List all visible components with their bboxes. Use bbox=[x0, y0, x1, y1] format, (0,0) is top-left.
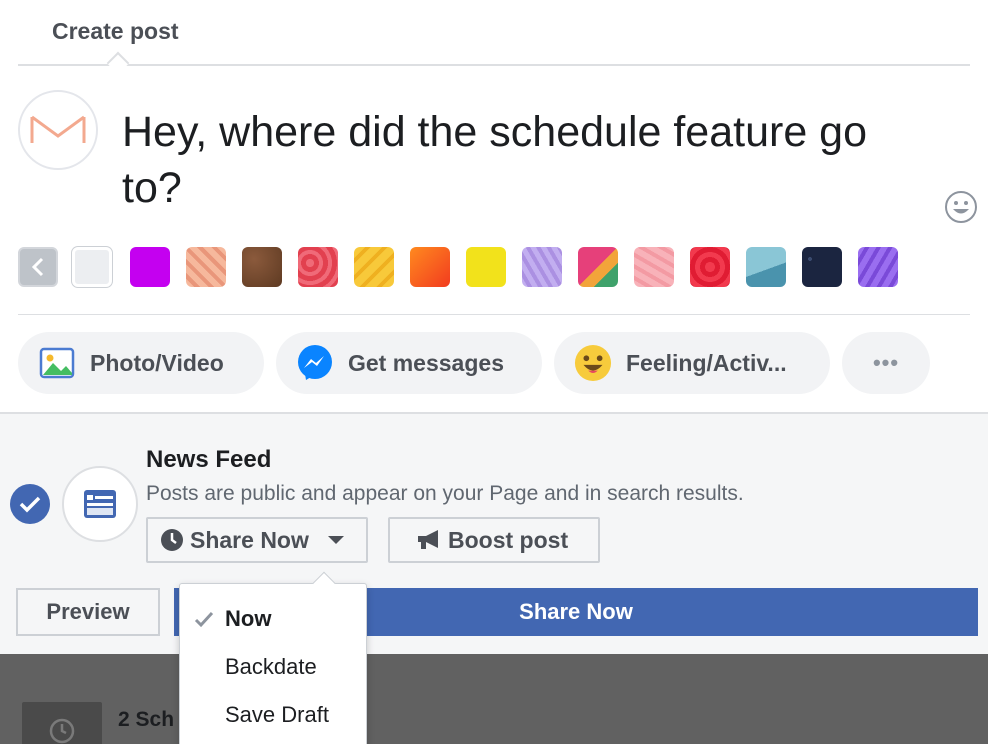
photo-video-label: Photo/Video bbox=[90, 349, 224, 376]
post-text-input[interactable]: Hey, where did the schedule feature go t… bbox=[122, 104, 882, 216]
background-swatch-pink-pattern[interactable] bbox=[634, 247, 674, 287]
checkmark-icon bbox=[19, 496, 41, 513]
actions-divider bbox=[18, 314, 970, 315]
clock-icon bbox=[161, 529, 183, 551]
scheduled-clock-icon bbox=[22, 702, 102, 744]
background-swatch-yellow[interactable] bbox=[466, 247, 506, 287]
share-timing-label: Share Now bbox=[190, 526, 309, 553]
menu-item-label: Now bbox=[225, 606, 272, 631]
chevron-left-icon[interactable] bbox=[18, 247, 58, 287]
photo-video-button[interactable]: Photo/Video bbox=[18, 332, 264, 394]
get-messages-button[interactable]: Get messages bbox=[276, 332, 542, 394]
share-timing-menu: Now Backdate Save Draft bbox=[179, 583, 367, 744]
create-post-tab[interactable]: Create post bbox=[52, 18, 179, 45]
background-swatch-purple[interactable] bbox=[130, 247, 170, 287]
feeling-emoji-icon bbox=[574, 344, 612, 382]
background-swatch-lavender[interactable] bbox=[522, 247, 562, 287]
page-avatar[interactable] bbox=[18, 90, 98, 170]
feeling-activity-button[interactable]: Feeling/Activ... bbox=[554, 332, 830, 394]
background-swatch-orange-red[interactable] bbox=[410, 247, 450, 287]
background-swatch-white[interactable] bbox=[72, 247, 112, 287]
menu-item-save-draft[interactable]: Save Draft bbox=[180, 692, 366, 738]
menu-item-now[interactable]: Now bbox=[180, 596, 366, 642]
boost-post-label: Boost post bbox=[448, 526, 569, 553]
menu-item-label: Save Draft bbox=[225, 702, 329, 727]
megaphone-icon bbox=[418, 530, 438, 549]
menu-item-label: Backdate bbox=[225, 654, 317, 679]
caret-down-icon bbox=[327, 536, 344, 544]
background-swatch-red-hearts[interactable] bbox=[690, 247, 730, 287]
get-messages-label: Get messages bbox=[348, 349, 504, 376]
menu-item-backdate[interactable]: Backdate bbox=[180, 644, 366, 690]
messenger-icon bbox=[296, 344, 334, 382]
background-swatch-teal[interactable] bbox=[746, 247, 786, 287]
photo-icon bbox=[38, 344, 76, 382]
boost-post-button[interactable]: Boost post bbox=[388, 517, 600, 563]
news-feed-description: Posts are public and appear on your Page… bbox=[146, 482, 744, 505]
background-swatch-brown[interactable] bbox=[242, 247, 282, 287]
background-swatch-red-pattern[interactable] bbox=[298, 247, 338, 287]
news-feed-checkbox[interactable] bbox=[10, 484, 50, 524]
m-logo-icon bbox=[30, 115, 86, 143]
post-composer: Create post Hey, where did the schedule … bbox=[0, 0, 988, 412]
background-swatch-pink-green[interactable] bbox=[578, 247, 618, 287]
scheduled-posts-title: 2 Sch bbox=[118, 708, 175, 731]
more-options-button[interactable]: ••• bbox=[842, 332, 930, 394]
preview-button[interactable]: Preview bbox=[16, 588, 160, 636]
feeling-activity-label: Feeling/Activ... bbox=[626, 349, 787, 376]
news-feed-title: News Feed bbox=[146, 446, 272, 473]
share-timing-dropdown[interactable]: Share Now bbox=[146, 517, 368, 563]
background-swatch-violet-stripes[interactable] bbox=[858, 247, 898, 287]
share-now-label: Share Now bbox=[519, 599, 633, 624]
background-swatch-yellow-pattern[interactable] bbox=[354, 247, 394, 287]
background-swatch-peach-leaves[interactable] bbox=[186, 247, 226, 287]
tab-notch bbox=[106, 51, 130, 75]
more-options-icon: ••• bbox=[872, 350, 900, 375]
smiley-icon[interactable] bbox=[944, 190, 978, 224]
news-feed-icon bbox=[62, 466, 138, 542]
check-icon bbox=[194, 611, 214, 628]
header-divider bbox=[18, 64, 970, 66]
background-swatch-navy-stars[interactable] bbox=[802, 247, 842, 287]
